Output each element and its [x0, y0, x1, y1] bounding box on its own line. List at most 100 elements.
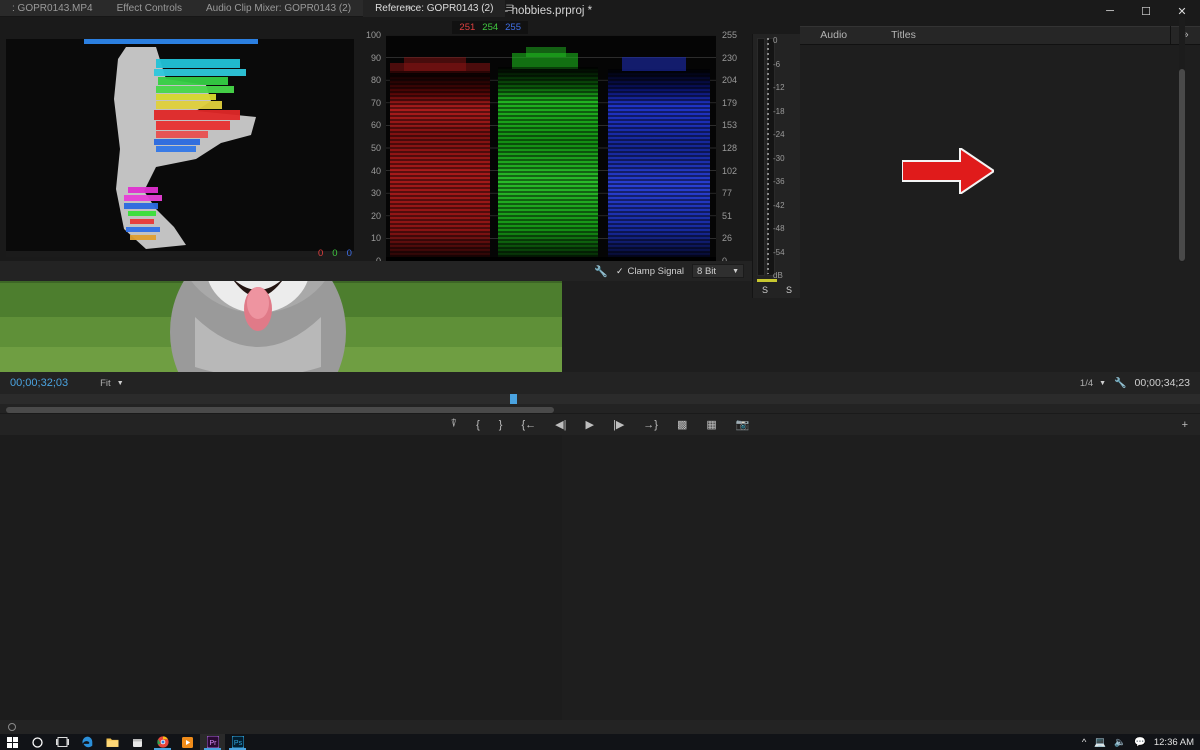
bit-depth-select[interactable]: 8 Bit ▼ [692, 264, 744, 278]
parade-right-axis: 2552302041791531281027751260 [718, 30, 750, 266]
file-explorer-icon[interactable] [100, 734, 125, 750]
go-to-in-icon[interactable]: {← [521, 419, 536, 431]
scopes-footer: 🔧 ✓ Clamp Signal 8 Bit ▼ [0, 261, 756, 281]
axis-tick-right: 102 [722, 165, 738, 176]
export-frame-icon[interactable]: 📷 [736, 418, 750, 431]
workspace-overflow-icon[interactable]: » [1170, 26, 1200, 45]
bit-depth-value: 8 Bit [697, 265, 717, 277]
marker-icon[interactable]: ⍒ [451, 418, 458, 431]
action-center-icon[interactable]: 💬 [1134, 737, 1146, 748]
lift-icon[interactable]: ▩ [677, 418, 687, 431]
reference-panel-menu-icon[interactable]: ☰ [505, 0, 521, 17]
reference-monitor-tabs: : GOPR0143.MP4 Effect Controls Audio Cli… [0, 0, 514, 17]
network-icon[interactable]: 💻 [1094, 737, 1106, 748]
task-view-icon[interactable] [50, 734, 75, 750]
audio-meters-panel: 0 -6 -12 -18 -24 -30 -36 -42 -48 -54 dB S S [752, 34, 800, 298]
chevron-up-icon[interactable]: ^ [1082, 737, 1086, 748]
maximize-icon[interactable]: ☐ [1128, 0, 1164, 22]
axis-tick-left: 100 [365, 30, 381, 40]
mark-out-icon[interactable]: } [499, 419, 503, 431]
workspace-titles[interactable]: Titles [869, 26, 938, 45]
audio-meter-tick: -48 [773, 224, 785, 233]
rgb-low-g: 0 [332, 248, 338, 259]
photoshop-icon[interactable]: Ps [225, 734, 250, 750]
histogram-scope[interactable] [6, 39, 354, 257]
audio-meter-level [757, 279, 777, 282]
program-scrub-track[interactable] [0, 394, 1200, 404]
vlc-icon[interactable] [175, 734, 200, 750]
step-forward-icon[interactable]: |▶ [613, 418, 624, 431]
step-back-icon[interactable]: ◀| [555, 418, 566, 431]
chevron-down-icon: ▼ [732, 267, 739, 275]
program-current-timecode[interactable]: 00;00;32;03 [10, 377, 68, 389]
clock-time[interactable]: 12:36 AM [1154, 737, 1194, 748]
axis-tick-left: 20 [370, 210, 381, 221]
axis-tick-left: 40 [370, 165, 381, 176]
extract-icon[interactable]: ▦ [706, 418, 716, 431]
axis-tick-left: 70 [370, 97, 381, 108]
parade-left-axis: 1009080706050403020100 [355, 30, 385, 266]
program-transport-bar: ⍒ { } {← ◀| ▶ |▶ →} ▩ ▦ 📷 + [0, 413, 1200, 435]
audio-solo-right[interactable]: S [786, 285, 792, 295]
axis-tick-left: 60 [370, 120, 381, 131]
chevron-down-icon: ▼ [116, 379, 124, 387]
rgb-parade-scope[interactable] [386, 34, 716, 261]
axis-tick-right: 204 [722, 75, 738, 86]
program-add-button[interactable]: + [1182, 419, 1188, 431]
chrome-icon[interactable] [150, 734, 175, 750]
checkmark-icon: ✓ [616, 265, 624, 276]
axis-tick-left: 90 [370, 52, 381, 63]
tab-source-clip[interactable]: : GOPR0143.MP4 [0, 0, 105, 17]
premiere-icon[interactable]: Pr [200, 734, 225, 750]
program-duration-timecode: 00;00;34;23 [1134, 377, 1190, 389]
audio-solo-left[interactable]: S [762, 285, 768, 295]
audio-meter-tick: -24 [773, 130, 785, 139]
audio-meter-tick: -30 [773, 153, 785, 163]
mark-in-icon[interactable]: { [476, 419, 480, 431]
volume-icon[interactable]: 🔈 [1114, 737, 1126, 748]
store-icon[interactable] [125, 734, 150, 750]
tab-reference-monitor[interactable]: Reference: GOPR0143 (2) [363, 0, 506, 17]
cortana-icon[interactable] [25, 734, 50, 750]
rgb-low-b: 0 [346, 248, 352, 259]
program-resolution-value: 1/4 [1079, 377, 1094, 389]
history-scroll-thumb[interactable] [1179, 69, 1185, 261]
tab-effect-controls[interactable]: Effect Controls [105, 0, 194, 17]
program-playhead[interactable] [510, 394, 517, 404]
reference-tabs-overflow-icon[interactable]: » [406, 0, 412, 17]
go-to-out-icon[interactable]: →} [643, 419, 658, 431]
rgb-readout-r: 251 [459, 22, 476, 33]
play-icon[interactable]: ▶ [586, 418, 594, 431]
audio-meter-tick: -6 [773, 59, 781, 69]
workspace-audio[interactable]: Audio [798, 26, 869, 45]
minimize-icon[interactable]: ─ [1092, 0, 1128, 22]
program-zoom-value: Fit [100, 377, 111, 389]
start-icon[interactable] [0, 734, 25, 750]
clamp-signal-label: Clamp Signal [627, 265, 685, 277]
rgb-readout-high: 251 254 255 [452, 21, 528, 34]
svg-text:Ps: Ps [233, 740, 242, 747]
edge-icon[interactable] [75, 734, 100, 750]
audio-channel-buttons: S S [753, 285, 801, 295]
windows-taskbar: Pr Ps ^ 💻 🔈 💬 12:36 AM [0, 734, 1200, 750]
program-monitor-panel: Program: GOPR0143 (2) ☰ [0, 17, 1200, 750]
tab-audio-clip-mixer[interactable]: Audio Clip Mixer: GOPR0143 (2) [194, 0, 363, 17]
status-indicator-icon [8, 723, 16, 731]
rgb-readout-low: 0 0 0 [318, 248, 352, 259]
chevron-down-icon: ▼ [1099, 379, 1107, 387]
wrench-icon[interactable]: 🔧 [1114, 378, 1126, 389]
program-zoom-select[interactable]: Fit ▼ [100, 378, 124, 389]
program-resolution-select[interactable]: 1/4 ▼ [1080, 378, 1106, 389]
axis-tick-right: 153 [722, 120, 738, 131]
audio-meter-scale: 0 -6 -12 -18 -24 -30 -36 -42 -48 -54 dB [773, 36, 799, 280]
axis-tick-right: 51 [722, 210, 733, 221]
scopes-body: 251 254 255 0 0 0 100 90 80 70 60 50 40 … [0, 17, 800, 298]
axis-tick-right: 128 [722, 143, 738, 153]
clamp-signal-checkbox[interactable]: ✓ Clamp Signal [616, 266, 684, 277]
history-scrollbar[interactable] [1179, 17, 1185, 262]
audio-meter-tick: -18 [773, 106, 785, 116]
program-monitor-timecode-bar: 00;00;32;03 Fit ▼ 1/4 ▼ 🔧 00;00;34;23 [0, 372, 1200, 394]
axis-tick-right: 255 [722, 30, 738, 40]
rgb-readout-b: 255 [505, 22, 521, 33]
wrench-icon[interactable]: 🔧 [594, 265, 608, 278]
